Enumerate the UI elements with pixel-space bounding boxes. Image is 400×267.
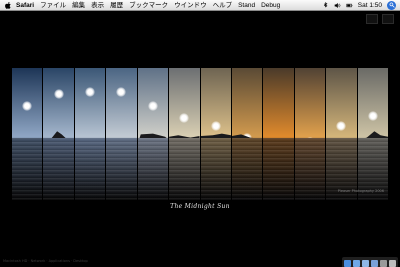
bluetooth-icon[interactable] [322, 1, 329, 9]
water-reflection [137, 138, 169, 200]
panorama-strip [74, 68, 106, 200]
water-reflection [231, 138, 263, 200]
finder-icon[interactable] [344, 260, 351, 267]
menu-extras: Sat 1:50 [317, 0, 396, 11]
desktop-drive-icon[interactable] [366, 14, 378, 24]
battery-icon[interactable] [346, 2, 353, 9]
menu-debug[interactable]: Debug [261, 0, 280, 11]
dock [342, 257, 398, 267]
menu-bookmarks[interactable]: ブックマーク [129, 0, 168, 11]
panorama-strip [200, 68, 231, 200]
sun-icon [367, 111, 378, 121]
sun-icon [116, 87, 127, 97]
wallpaper-credit: Pleaser Photography 2006 [337, 189, 384, 193]
sun-icon [179, 113, 190, 123]
volume-icon[interactable] [334, 2, 341, 9]
water-reflection [12, 138, 43, 200]
menu-file[interactable]: ファイル [40, 0, 66, 11]
wallpaper-panorama [12, 68, 389, 200]
water-reflection [169, 138, 200, 200]
panorama-strip [137, 68, 169, 200]
panorama-strip [169, 68, 200, 200]
water-reflection [106, 138, 137, 200]
panorama-strip [106, 68, 137, 200]
app-menu-safari[interactable]: Safari [16, 0, 34, 11]
panorama-strip [43, 68, 74, 200]
panorama-strip [294, 68, 326, 200]
trash-icon[interactable] [389, 260, 396, 267]
safari-icon[interactable] [353, 260, 360, 267]
mail-icon[interactable] [362, 260, 369, 267]
panorama-strip [357, 68, 389, 200]
panorama-strip [231, 68, 263, 200]
sun-icon [210, 121, 221, 131]
sun-icon [336, 121, 347, 131]
menu-history[interactable]: 履歴 [110, 0, 123, 11]
sun-icon [53, 89, 64, 99]
menu-edit[interactable]: 編集 [72, 0, 85, 11]
panorama-strip [326, 68, 357, 200]
water-reflection [43, 138, 74, 200]
water-reflection [294, 138, 326, 200]
menu-stand[interactable]: Stand [238, 0, 255, 11]
menu-clock[interactable]: Sat 1:50 [358, 2, 382, 9]
system-prefs-icon[interactable] [380, 260, 387, 267]
menu-bar: Safari ファイル 編集 表示 履歴 ブックマーク ウインドウ ヘルプ St… [0, 0, 400, 11]
water-reflection [263, 138, 294, 200]
desktop-folder-icon[interactable] [382, 14, 394, 24]
desktop-corner-icons [366, 14, 394, 24]
apple-menu-icon[interactable] [4, 1, 11, 9]
menu-window[interactable]: ウインドウ [174, 0, 207, 11]
desktop-footer-text: Macintosh HD · Network · Applications · … [3, 259, 88, 263]
menu-help[interactable]: ヘルプ [213, 0, 233, 11]
wallpaper-caption: The Midnight Sun [170, 203, 230, 210]
spotlight-icon[interactable] [387, 0, 396, 10]
water-reflection [200, 138, 231, 200]
sun-icon [22, 101, 33, 111]
sun-icon [85, 87, 96, 97]
water-reflection [74, 138, 106, 200]
itunes-icon[interactable] [371, 260, 378, 267]
panorama-strip [263, 68, 294, 200]
panorama-strip [12, 68, 43, 200]
menu-view[interactable]: 表示 [91, 0, 104, 11]
sun-icon [147, 101, 158, 111]
